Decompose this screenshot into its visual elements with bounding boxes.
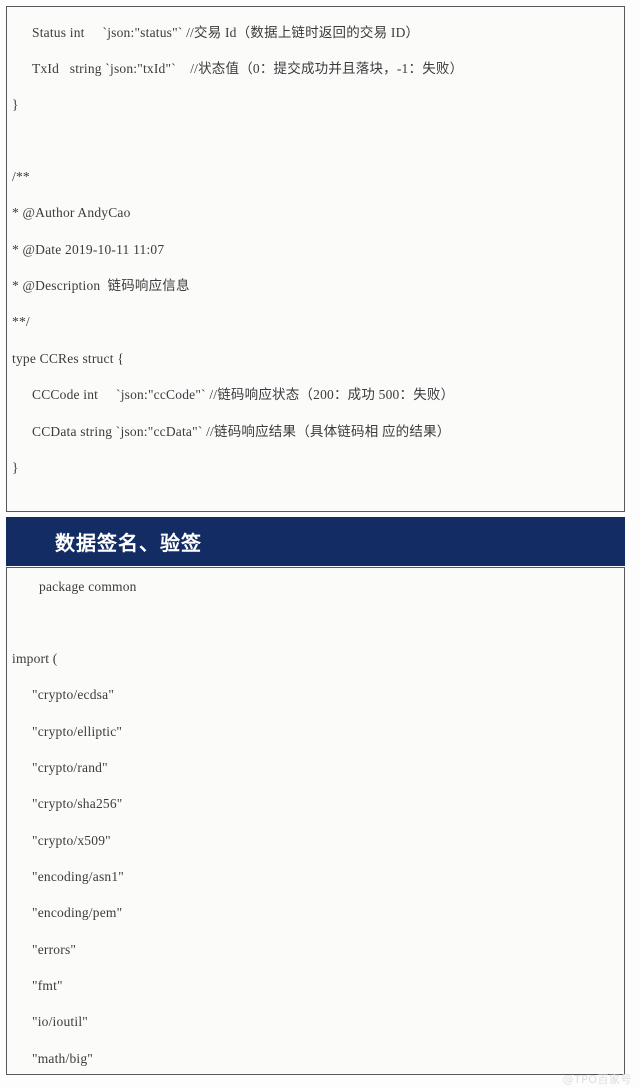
code-line-import-1: "crypto/elliptic" [32,724,123,739]
code-line-type-ccres: type CCRes struct { [12,351,124,366]
code-line-date: * @Date 2019-10-11 11:07 [12,242,165,257]
section-banner-title: 数据签名、验签 [55,531,202,555]
code-block-struct-definitions: Status int `json:"status"` //交易 Id（数据上链时… [6,6,625,512]
code-line-import-0: "crypto/ecdsa" [32,687,115,702]
code-line-import-3: "crypto/sha256" [32,796,123,811]
code-line-comment-close: **/ [12,314,30,329]
code-line-import-2: "crypto/rand" [32,760,108,775]
code-line-package: package common [39,579,137,594]
section-banner-data-signature: 数据签名、验签 [6,517,625,566]
code-line-comment-open: /** [12,169,30,184]
watermark-label: @TPO百家号 [562,1073,632,1086]
code-line-import-5: "encoding/asn1" [32,869,125,884]
document-page: Status int `json:"status"` //交易 Id（数据上链时… [0,0,640,1089]
code-line-import-7: "errors" [32,942,77,957]
code-line-import-4: "crypto/x509" [32,833,111,848]
code-block-common-package: package common import ( "crypto/ecdsa" "… [6,567,625,1075]
code-line-ccdata-field: CCData string `json:"ccData"` //链码响应结果（具… [32,424,451,439]
code-line-import-6: "encoding/pem" [32,905,123,920]
code-line-import-8: "fmt" [32,978,63,993]
code-line-import-10: "math/big" [32,1051,94,1066]
code-line-import-open: import ( [12,651,58,666]
code-line-closing-brace-1: } [12,97,19,112]
code-line-closing-brace-2: } [12,460,19,475]
code-line-cccode-field: CCCode int `json:"ccCode"` //链码响应状态（200：… [32,387,455,402]
code-line-import-9: "io/ioutil" [32,1014,88,1029]
code-line-status-field: Status int `json:"status"` //交易 Id（数据上链时… [32,25,420,40]
code-line-txid-field: TxId string `json:"txId"` //状态值（0：提交成功并且… [32,61,464,76]
code-line-description: * @Description 链码响应信息 [12,278,190,293]
code-line-author: * @Author AndyCao [12,205,131,220]
